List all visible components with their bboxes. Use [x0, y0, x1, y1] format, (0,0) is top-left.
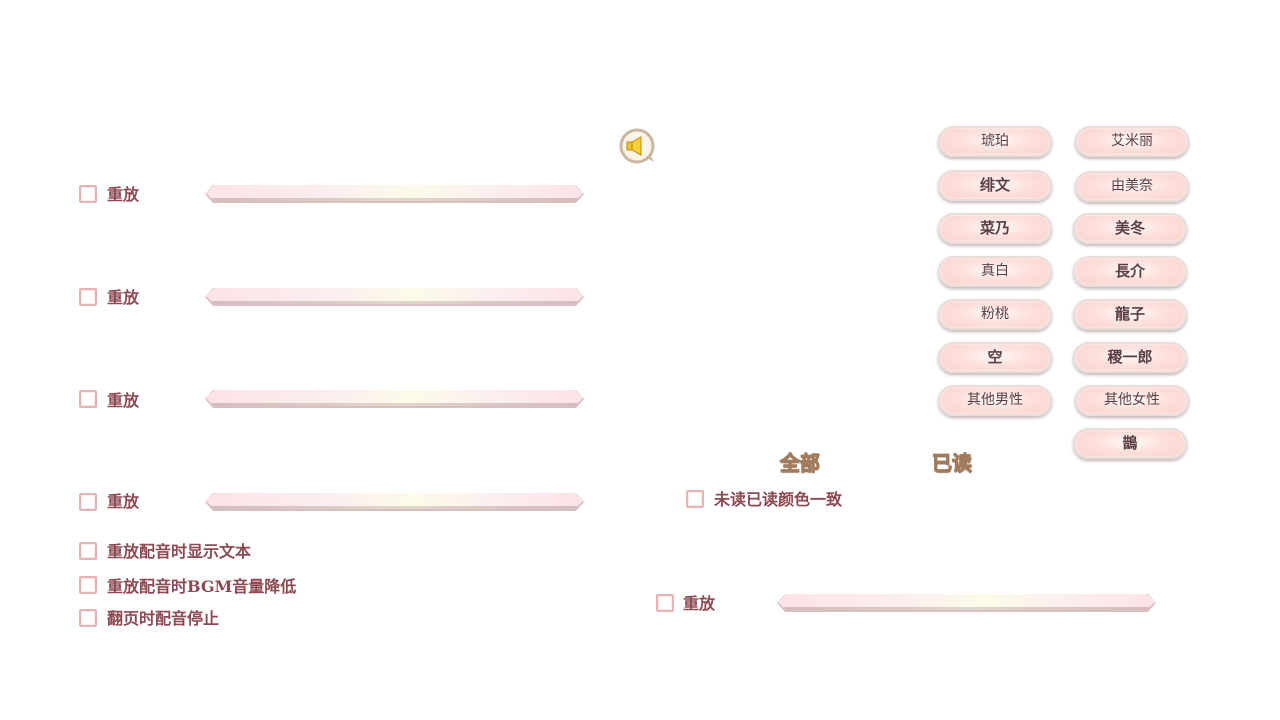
replay-label-4: 重放 — [107, 492, 140, 511]
volume-slider-4[interactable] — [206, 493, 583, 509]
right-volume-slider[interactable] — [778, 594, 1155, 610]
char-button-yumina[interactable]: 由美奈 — [1075, 171, 1189, 202]
replay-checkbox-4[interactable] — [79, 493, 97, 511]
option-label-stop-on-page: 翻页时配音停止 — [107, 609, 220, 628]
char-button-chousuke[interactable]: 長介 — [1073, 256, 1187, 287]
read-color-checkbox[interactable] — [686, 490, 704, 508]
char-button-other-male[interactable]: 其他男性 — [938, 385, 1052, 416]
char-button-fumi[interactable]: 绯文 — [938, 170, 1052, 201]
option-checkbox-show-text[interactable] — [79, 542, 97, 560]
replay-label-2: 重放 — [107, 288, 140, 307]
volume-slider-3[interactable] — [206, 390, 583, 406]
read-color-label: 未读已读颜色一致 — [714, 490, 843, 509]
char-button-kasasagi[interactable]: 鵲 — [1073, 428, 1187, 459]
right-replay-checkbox[interactable] — [656, 594, 674, 612]
char-button-ryuko[interactable]: 龍子 — [1073, 299, 1187, 330]
replay-checkbox-1[interactable] — [79, 185, 97, 203]
replay-checkbox-2[interactable] — [79, 288, 97, 306]
volume-slider-1[interactable] — [206, 185, 583, 201]
replay-checkbox-3[interactable] — [79, 390, 97, 408]
option-label-show-text: 重放配音时显示文本 — [107, 542, 252, 561]
char-button-nano[interactable]: 菜乃 — [938, 213, 1052, 244]
replay-label-3: 重放 — [107, 391, 140, 410]
char-button-jiichirou[interactable]: 稷一郎 — [1073, 342, 1187, 373]
char-button-mifuyu[interactable]: 美冬 — [1073, 213, 1187, 244]
char-button-other-female[interactable]: 其他女性 — [1075, 385, 1189, 416]
tab-all[interactable]: 全部 — [780, 447, 821, 476]
option-checkbox-stop-on-page[interactable] — [79, 609, 97, 627]
volume-slider-2[interactable] — [206, 288, 583, 304]
char-button-mashiro[interactable]: 真白 — [938, 256, 1052, 287]
speaker-icon[interactable] — [618, 128, 656, 164]
char-button-emily[interactable]: 艾米丽 — [1075, 126, 1189, 157]
replay-label-1: 重放 — [107, 185, 140, 204]
char-button-kohaku[interactable]: 琥珀 — [938, 126, 1052, 157]
char-button-fentao[interactable]: 粉桃 — [938, 299, 1052, 330]
option-checkbox-bgm-lower[interactable] — [79, 576, 97, 594]
option-label-bgm-lower: 重放配音时BGM音量降低 — [107, 577, 297, 596]
right-replay-label: 重放 — [683, 594, 716, 613]
tab-read[interactable]: 已读 — [932, 447, 973, 476]
char-button-sora[interactable]: 空 — [938, 342, 1052, 373]
